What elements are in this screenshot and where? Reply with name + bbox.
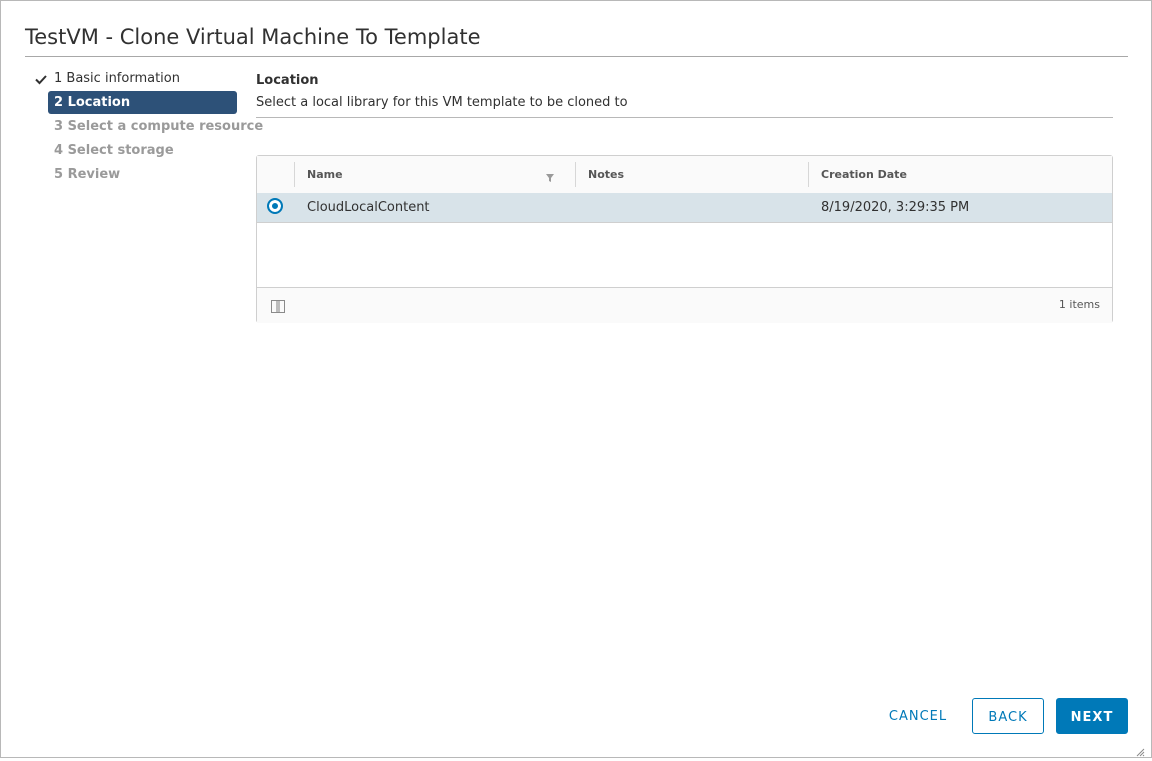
wizard-steps: 1 Basic information 2 Location 3 Select …: [31, 67, 263, 187]
title-divider: [25, 56, 1128, 57]
grid-footer: 1 items: [257, 287, 1112, 323]
section-title: Location: [256, 73, 319, 88]
dialog-title: TestVM - Clone Virtual Machine To Templa…: [25, 25, 481, 49]
column-toggle-icon[interactable]: [271, 298, 285, 313]
step-label: 2 Location: [54, 95, 131, 110]
step-label: 4 Select storage: [54, 143, 174, 158]
checkmark-icon: [34, 67, 48, 91]
step-location[interactable]: 2 Location: [48, 91, 237, 114]
cancel-button[interactable]: CANCEL: [878, 698, 958, 734]
items-count: 1 items: [1058, 298, 1100, 311]
section-description: Select a local library for this VM templ…: [256, 95, 628, 110]
column-separator: [294, 162, 295, 187]
step-basic-information[interactable]: 1 Basic information: [31, 67, 241, 91]
next-button[interactable]: NEXT: [1056, 698, 1128, 734]
step-review: 5 Review: [31, 163, 241, 187]
table-row[interactable]: CloudLocalContent 8/19/2020, 3:29:35 PM: [257, 193, 1112, 223]
resize-handle-icon[interactable]: [1136, 742, 1145, 757]
clone-to-template-dialog: TestVM - Clone Virtual Machine To Templa…: [0, 0, 1152, 758]
filter-icon[interactable]: [544, 169, 556, 182]
row-radio-selected[interactable]: [267, 198, 283, 214]
step-select-compute-resource: 3 Select a compute resource: [31, 115, 263, 139]
column-separator[interactable]: [808, 162, 809, 187]
library-datagrid: Name Notes Creation Date CloudLocalConte…: [256, 155, 1113, 323]
step-label: 3 Select a compute resource: [54, 119, 264, 134]
cell-name: CloudLocalContent: [307, 200, 430, 215]
back-button[interactable]: BACK: [972, 698, 1044, 734]
content-divider: [256, 117, 1113, 118]
column-header-name[interactable]: Name: [307, 156, 343, 193]
column-header-creation-date[interactable]: Creation Date: [821, 156, 907, 193]
step-label: 5 Review: [54, 167, 121, 182]
grid-header: Name Notes Creation Date: [257, 156, 1112, 194]
column-header-notes[interactable]: Notes: [588, 156, 624, 193]
step-label: 1 Basic information: [54, 71, 180, 86]
step-select-storage: 4 Select storage: [31, 139, 241, 163]
column-separator[interactable]: [575, 162, 576, 187]
cell-creation-date: 8/19/2020, 3:29:35 PM: [821, 200, 970, 215]
